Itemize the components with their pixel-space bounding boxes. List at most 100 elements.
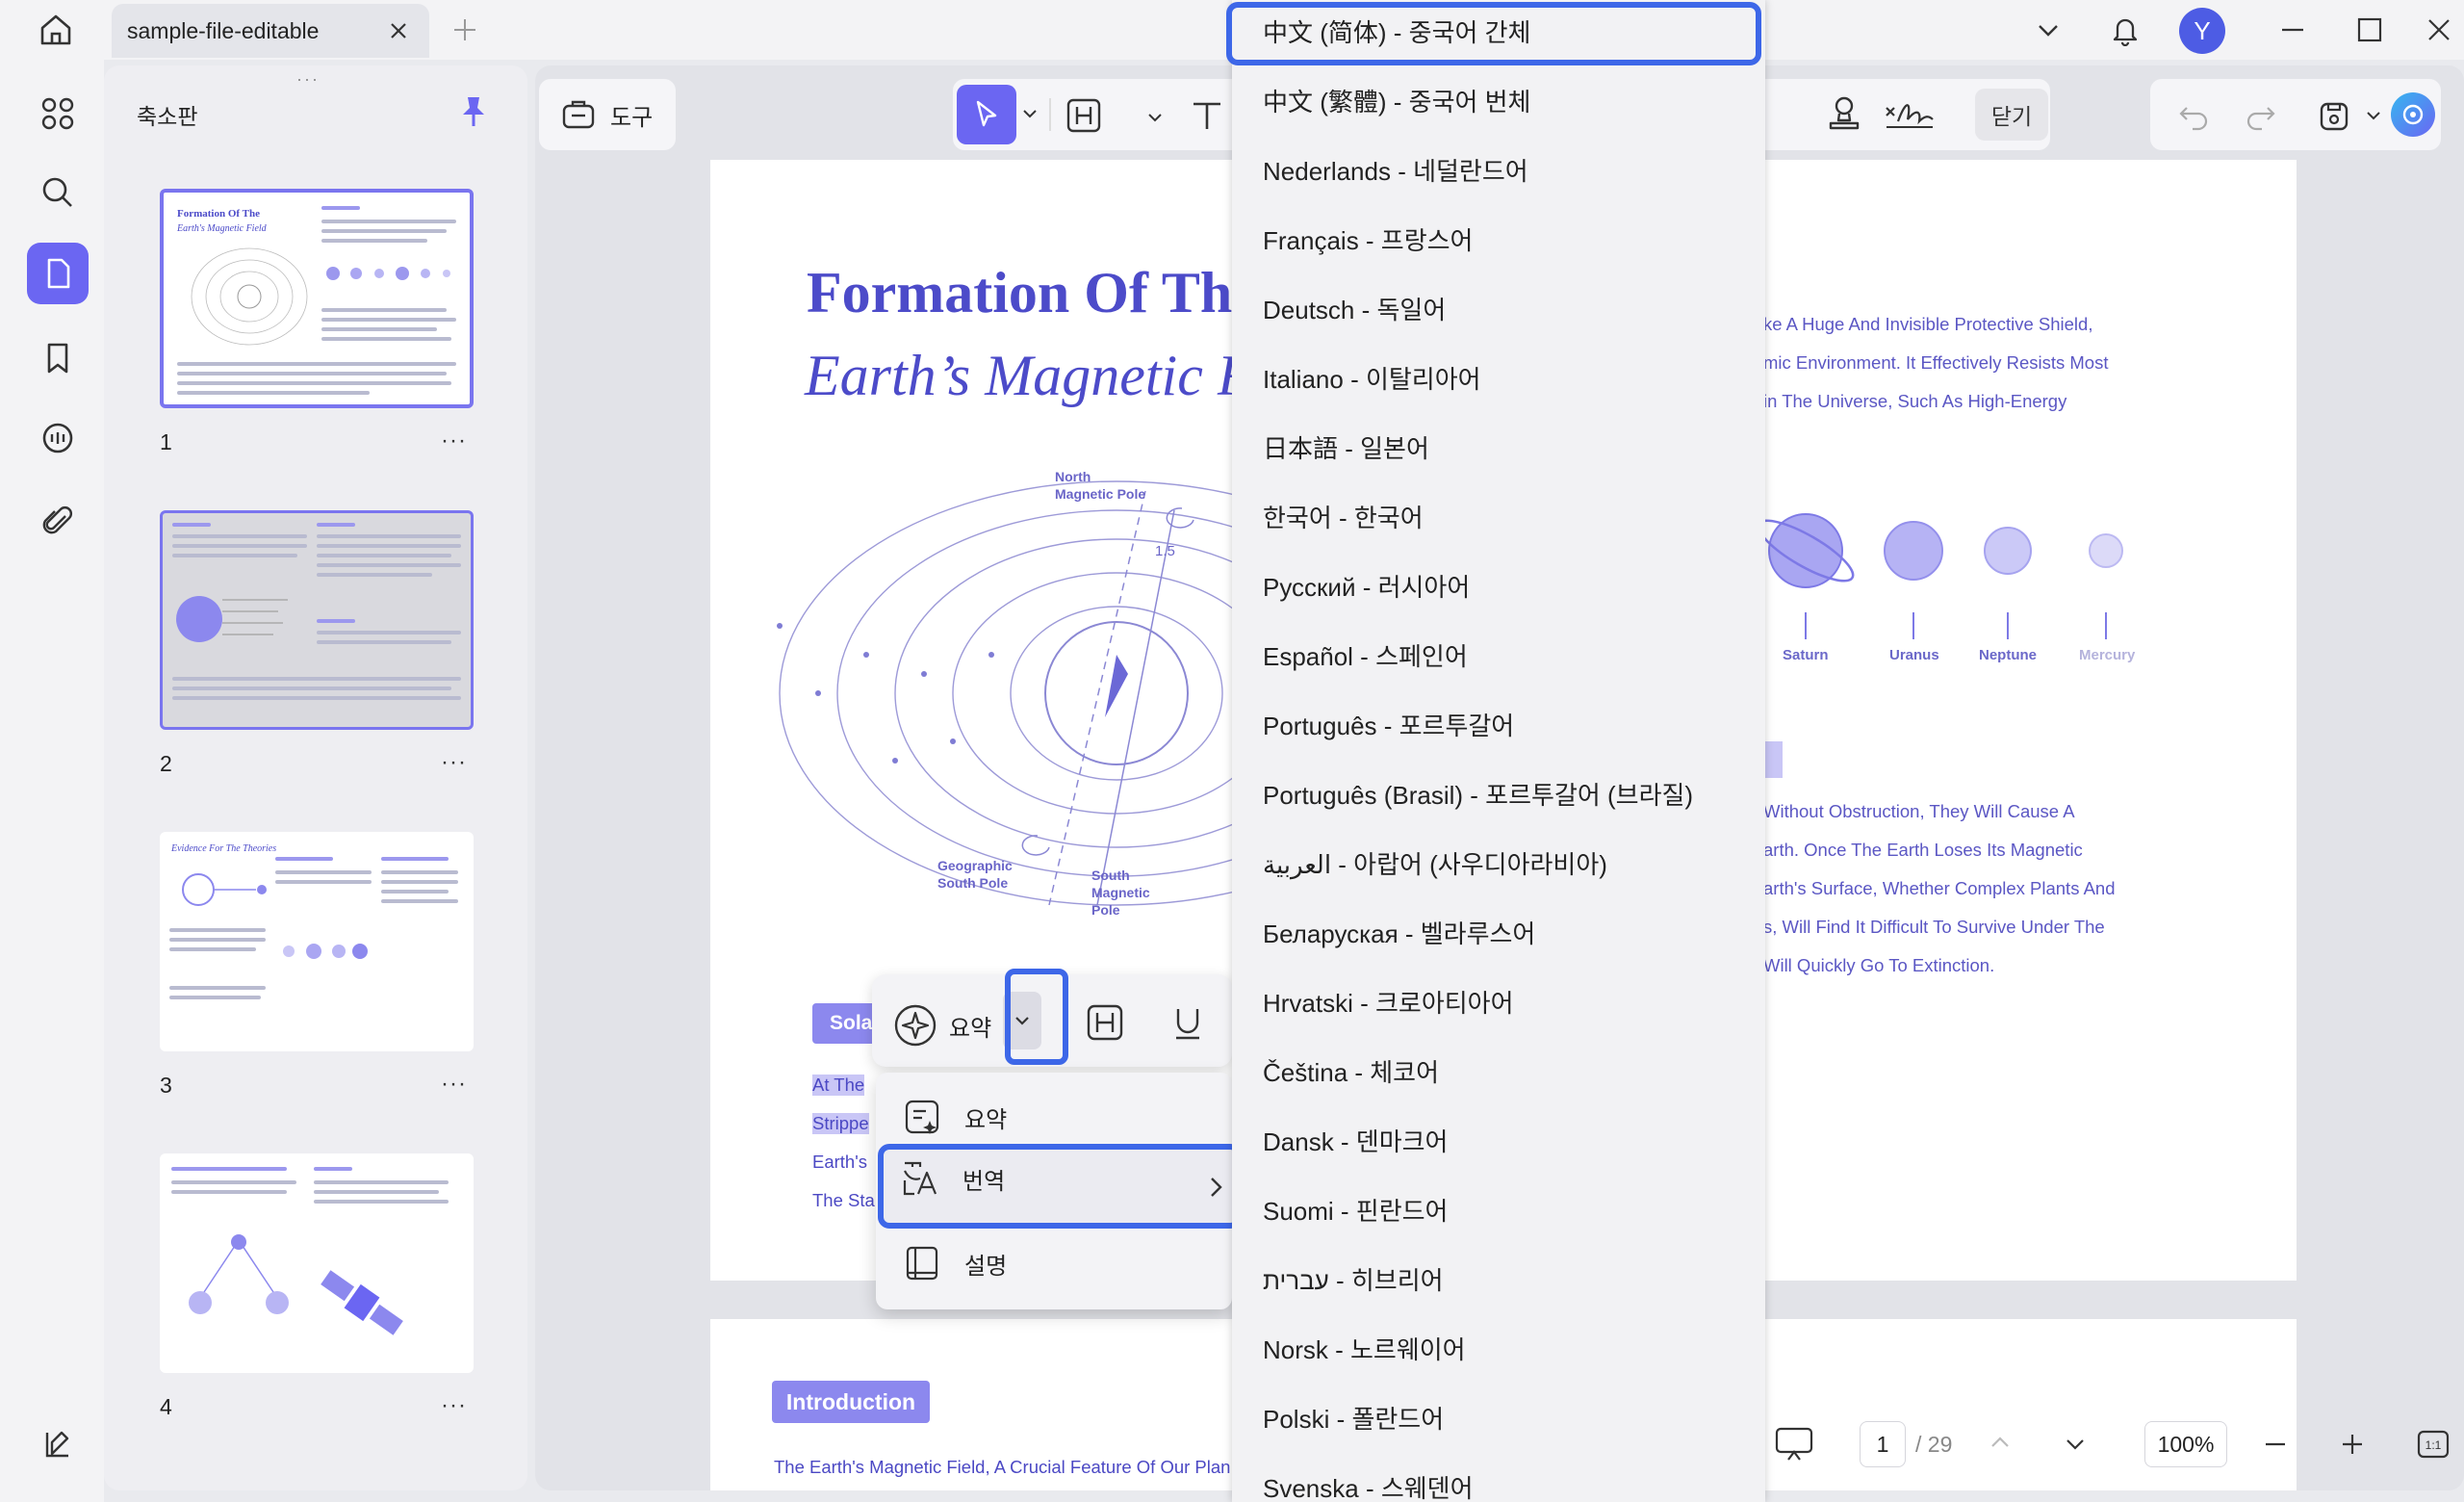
language-option[interactable]: Norsk - 노르웨이어 <box>1263 1331 1466 1369</box>
ai-sparkle-icon <box>894 1004 937 1047</box>
page-more-button[interactable]: ··· <box>441 427 467 454</box>
reader-icon[interactable] <box>27 1413 89 1475</box>
redo-icon[interactable] <box>2245 98 2277 131</box>
summary-button[interactable]: 요약 <box>891 1001 991 1049</box>
select-tool[interactable] <box>953 83 1045 146</box>
text-tool[interactable] <box>1188 96 1226 140</box>
home-icon[interactable] <box>35 12 77 48</box>
translate-icon <box>903 1161 937 1196</box>
zoom-out-icon[interactable] <box>2262 1431 2289 1458</box>
bookmark-icon[interactable] <box>27 327 89 389</box>
highlight-tool[interactable] <box>1066 96 1107 140</box>
language-option[interactable]: Português - 포르투갈어 <box>1263 707 1514 745</box>
zoom-in-icon[interactable] <box>2339 1431 2366 1458</box>
page-more-button[interactable]: ··· <box>441 1392 467 1419</box>
language-option[interactable]: Dansk - 덴마크어 <box>1263 1123 1448 1161</box>
selected-text-line[interactable]: Strippe <box>812 1113 869 1134</box>
page-thumbnail-2[interactable] <box>160 510 474 730</box>
menu-item-summary[interactable]: 요약 <box>876 1084 1232 1150</box>
language-option[interactable]: עברית - 히브리어 <box>1263 1261 1444 1300</box>
language-option[interactable]: Hrvatski - 크로아티아어 <box>1263 984 1514 1023</box>
page-thumbnail-4[interactable] <box>160 1153 474 1373</box>
undo-icon[interactable] <box>2177 98 2210 131</box>
language-option[interactable]: العربية - 아랍어 (사우디아라비아) <box>1263 845 1607 884</box>
book-icon <box>906 1246 938 1281</box>
language-option[interactable]: Français - 프랑스어 <box>1263 221 1473 260</box>
chevron-down-icon[interactable] <box>2364 106 2383 125</box>
menu-item-explain[interactable]: 설명 <box>876 1229 1232 1298</box>
fit-page-icon[interactable]: 1:1 <box>2416 1427 2451 1462</box>
thumb-subtitle: Earth's Magnetic Field <box>177 223 267 234</box>
language-option[interactable]: Русский - 러시아어 <box>1263 568 1470 607</box>
language-option[interactable]: Español - 스페인어 <box>1263 637 1468 676</box>
dropdown-highlight-frame <box>1005 969 1068 1065</box>
close-tab-icon[interactable] <box>385 17 412 44</box>
menu-item-translate[interactable]: 번역 <box>878 1144 1242 1229</box>
ai-assistant-icon[interactable] <box>2391 92 2435 137</box>
chevron-up-icon[interactable] <box>1987 1429 2014 1456</box>
chevron-down-icon <box>1023 110 1037 118</box>
grid-icon[interactable] <box>27 83 89 144</box>
page-total: / 29 <box>1915 1432 1953 1457</box>
minimize-icon[interactable] <box>2275 13 2310 46</box>
language-option[interactable]: Nederlands - 네덜란드어 <box>1263 152 1528 191</box>
language-option[interactable]: Беларуская - 벨라루스어 <box>1263 915 1535 953</box>
introduction-badge: Introduction <box>772 1381 930 1423</box>
page-thumbnail-1[interactable]: Formation Of The Earth's Magnetic Field <box>160 189 474 408</box>
south-magnetic-label: South Magnetic Pole <box>1091 868 1150 918</box>
presentation-icon[interactable] <box>1773 1425 1815 1463</box>
language-option[interactable]: Čeština - 체코어 <box>1263 1053 1439 1092</box>
maximize-icon[interactable] <box>2352 13 2387 46</box>
chevron-down-icon[interactable] <box>2062 1431 2089 1458</box>
left-rail <box>0 60 104 1502</box>
page-more-button[interactable]: ··· <box>441 1071 467 1098</box>
chevron-down-icon[interactable] <box>1145 108 1165 127</box>
language-option[interactable]: 日本語 - 일본어 <box>1263 429 1429 468</box>
user-avatar[interactable]: Y <box>2179 8 2225 54</box>
page-input[interactable]: 1 <box>1860 1421 1906 1467</box>
search-icon[interactable] <box>27 162 89 223</box>
page-number: 3 <box>160 1073 172 1098</box>
zoom-level[interactable]: 100% <box>2144 1421 2227 1467</box>
tools-label: 도구 <box>610 104 654 131</box>
tools-button[interactable]: 도구 <box>539 79 676 150</box>
attachment-icon[interactable] <box>27 491 89 553</box>
language-option[interactable]: Português (Brasil) - 포르투갈어 (브라질) <box>1263 776 1693 815</box>
language-option[interactable]: 中文 (繁體) - 중국어 번체 <box>1263 83 1530 121</box>
panel-drag-handle[interactable]: ··· <box>296 69 320 90</box>
pages-icon[interactable] <box>27 243 89 304</box>
language-option[interactable]: Polski - 폴란드어 <box>1263 1400 1444 1438</box>
language-option[interactable]: Svenska - 스웨덴어 <box>1263 1469 1474 1502</box>
planet-label-neptune: Neptune <box>1979 647 2037 663</box>
cursor-icon <box>976 100 997 127</box>
document-tab[interactable]: sample-file-editable <box>112 4 429 58</box>
planet-label-saturn: Saturn <box>1783 647 1829 663</box>
page-number: 2 <box>160 751 172 776</box>
close-window-icon[interactable] <box>2422 13 2456 46</box>
section-badge: Sola <box>812 1003 876 1044</box>
save-icon[interactable] <box>2318 98 2350 133</box>
selected-text-line[interactable]: At The <box>812 1075 865 1096</box>
language-option[interactable]: 한국어 - 한국어 <box>1263 499 1424 537</box>
language-list: 中文 (简体) - 중국어 간체 中文 (繁體) - 중국어 번체 Nederlan… <box>1232 0 1765 1502</box>
menu-item-label: 번역 <box>962 1168 1006 1195</box>
comment-icon[interactable] <box>27 408 89 470</box>
tab-title: sample-file-editable <box>127 17 320 43</box>
language-option[interactable]: Suomi - 핀란드어 <box>1263 1192 1448 1230</box>
language-option[interactable]: Italiano - 이탈리아어 <box>1263 360 1481 399</box>
body-text-line: Will Quickly Go To Extinction. <box>1763 955 1995 975</box>
add-tab-icon[interactable] <box>450 15 479 44</box>
page-more-button[interactable]: ··· <box>441 749 467 776</box>
close-mode-button[interactable]: 닫기 <box>1975 89 2048 141</box>
bell-icon[interactable] <box>2108 13 2143 46</box>
chevron-down-icon[interactable] <box>2031 13 2066 46</box>
signature-tool[interactable] <box>1883 94 1937 140</box>
pin-icon[interactable] <box>458 94 489 129</box>
underline-icon[interactable] <box>1170 1003 1205 1042</box>
page-thumbnail-3[interactable]: Evidence For The Theories <box>160 832 474 1051</box>
heading-badge-fragment <box>1765 741 1783 778</box>
highlight-icon[interactable] <box>1086 1003 1124 1042</box>
language-option[interactable]: Deutsch - 독일어 <box>1263 291 1446 329</box>
body-text-line: The Sta <box>812 1190 875 1210</box>
stamp-tool[interactable] <box>1825 94 1863 140</box>
